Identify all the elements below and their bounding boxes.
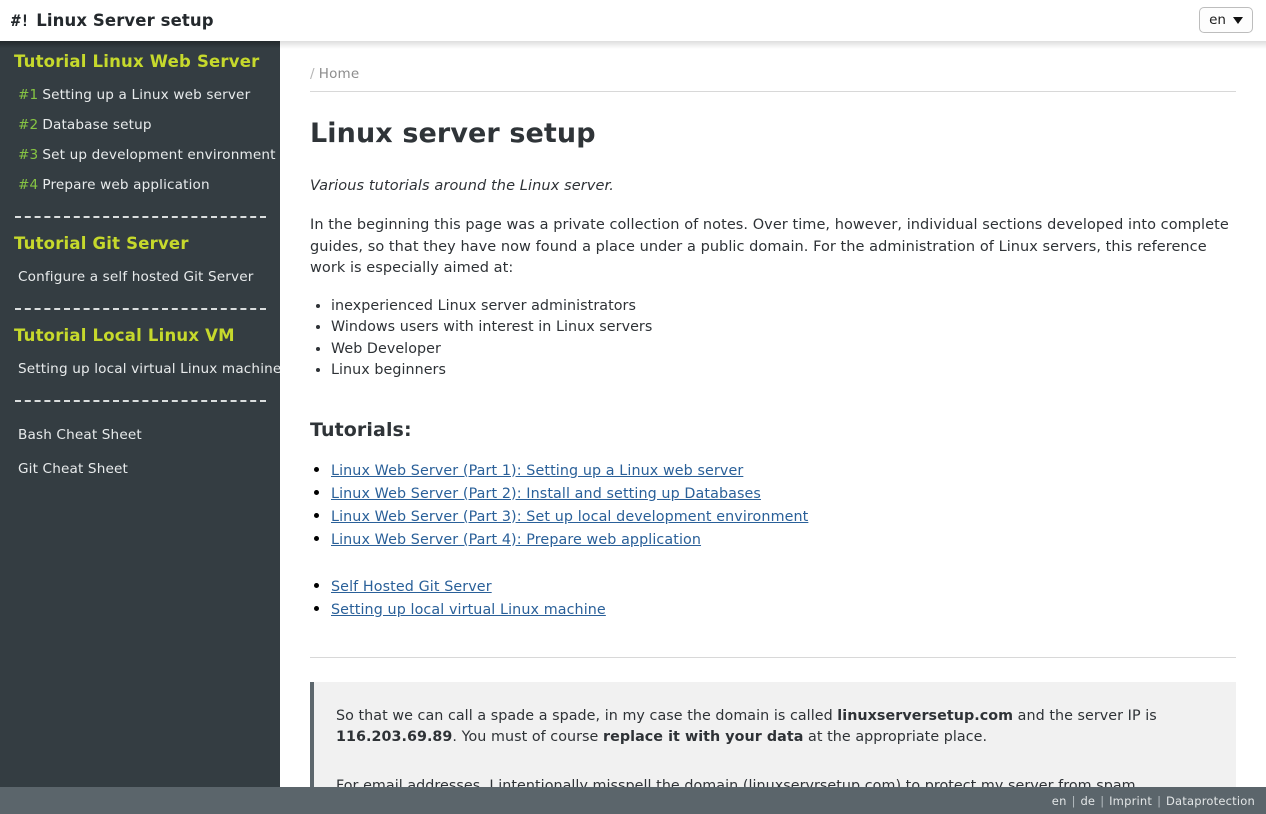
sidebar-item-setting-up-local-virtual-linux-machine[interactable]: Setting up local virtual Linux machine [14, 354, 280, 384]
sidebar-divider [15, 308, 266, 310]
footer-link-en[interactable]: en [1047, 794, 1072, 808]
footer-links: en | de | Imprint | Dataprotection [1047, 794, 1260, 808]
page-title: Linux server setup [310, 118, 596, 149]
callout-text-c: . You must of course [452, 729, 603, 745]
footer-bar: en | de | Imprint | Dataprotection [0, 787, 1266, 814]
page-root: #! Linux Server setup en Tutorial Linux … [0, 0, 1266, 814]
link-setting-up-local-virtual-linux-machine[interactable]: Setting up local virtual Linux machine [331, 602, 606, 618]
sidebar-item-label: Database setup [42, 117, 152, 133]
sidebar-item-label: Setting up a Linux web server [42, 87, 251, 103]
sidebar-divider [15, 216, 266, 218]
nav-group-linux-web-server: Tutorial Linux Web Server #1 Setting up a… [0, 52, 280, 200]
list-item: Web Developer [331, 339, 1236, 361]
other-links-list: Self Hosted Git Server Setting up local … [310, 575, 1236, 621]
page-lead: Various tutorials around the Linux serve… [310, 178, 614, 194]
nav-group-local-linux-vm: Tutorial Local Linux VM Setting up local… [0, 326, 280, 384]
sidebar-item-set-up-development-environment[interactable]: #3 Set up development environment [14, 140, 275, 170]
language-select-value: en [1209, 12, 1226, 28]
breadcrumb-item-home[interactable]: Home [319, 66, 360, 82]
callout-ip: 116.203.69.89 [336, 729, 453, 745]
sidebar-item-database-setup[interactable]: #2 Database setup [14, 110, 266, 140]
sidebar-item-number: #3 [18, 147, 39, 163]
sidebar-item-prepare-web-application[interactable]: #4 Prepare web application [14, 170, 266, 200]
nav-group-git-server: Tutorial Git Server Configure a self hos… [0, 234, 280, 292]
top-bar: #! Linux Server setup en [0, 0, 1266, 49]
sidebar-item-configure-self-hosted-git-server[interactable]: Configure a self hosted Git Server [14, 262, 266, 292]
callout-text-a: So that we can call a spade a spade, in … [336, 707, 838, 724]
list-item: Setting up local virtual Linux machine [331, 598, 1236, 621]
footer-link-de[interactable]: de [1075, 794, 1100, 808]
callout-domain: linuxserversetup.com [837, 707, 1014, 724]
audience-list: inexperienced Linux server administrator… [310, 296, 1236, 382]
sidebar-item-label: Set up development environment [42, 147, 276, 163]
chevron-down-icon [1232, 16, 1243, 24]
shebang-logo-icon: #! [11, 11, 30, 30]
sidebar-item-label: Prepare web application [42, 177, 210, 193]
list-item: Windows users with interest in Linux ser… [331, 317, 1236, 339]
callout-emphasis: replace it with your data [603, 729, 804, 745]
tutorials-heading: Tutorials: [310, 418, 412, 441]
language-select[interactable]: en [1199, 7, 1253, 33]
link-linux-web-server-part-3[interactable]: Linux Web Server (Part 3): Set up local … [331, 509, 808, 525]
sidebar-item-label: Bash Cheat Sheet [18, 427, 142, 443]
footer-link-dataprotection[interactable]: Dataprotection [1161, 794, 1260, 808]
note-callout: So that we can call a spade a spade, in … [310, 681, 1236, 788]
intro-paragraph: In the beginning this page was a private… [310, 217, 1229, 276]
sidebar-divider [15, 400, 266, 402]
sidebar-item-number: #4 [18, 177, 39, 193]
callout-text-d: at the appropriate place. [803, 729, 988, 745]
sidebar-item-label: Git Cheat Sheet [18, 461, 128, 477]
breadcrumb: / Home [310, 41, 1236, 92]
footer-link-imprint[interactable]: Imprint [1104, 794, 1157, 808]
list-item: Linux Web Server (Part 3): Set up local … [331, 505, 1236, 528]
tutorial-links-list: Linux Web Server (Part 1): Setting up a … [310, 459, 1236, 551]
callout-paragraph-2: For email addresses, I intentionally mis… [336, 777, 1141, 788]
sidebar-inner: Tutorial Linux Web Server #1 Setting up a… [0, 52, 280, 787]
nav-heading-local-linux-vm[interactable]: Tutorial Local Linux VM [14, 326, 266, 345]
list-item: Linux Web Server (Part 4): Prepare web a… [331, 528, 1236, 551]
list-item: Linux Web Server (Part 1): Setting up a … [331, 459, 1236, 482]
sidebar-item-git-cheat-sheet[interactable]: Git Cheat Sheet [14, 452, 266, 486]
sidebar-item-label: Configure a self hosted Git Server [18, 269, 254, 285]
callout-text-b: and the server IP is [1013, 707, 1157, 724]
callout-paragraph-1: So that we can call a spade a spade, in … [336, 706, 1214, 749]
content-divider [310, 656, 1236, 658]
nav-heading-linux-web-server[interactable]: Tutorial Linux Web Server [14, 52, 266, 71]
list-item: Linux beginners [331, 360, 1236, 382]
sidebar-item-number: #1 [18, 87, 39, 103]
sidebar-item-setting-up-linux-web-server[interactable]: #1 Setting up a Linux web server [14, 80, 266, 110]
list-item: Linux Web Server (Part 2): Install and s… [331, 482, 1236, 505]
nav-group-cheat-sheets: Bash Cheat Sheet Git Cheat Sheet [0, 418, 280, 486]
link-linux-web-server-part-4[interactable]: Linux Web Server (Part 4): Prepare web a… [331, 532, 701, 548]
brand[interactable]: #! Linux Server setup [11, 11, 214, 30]
nav-heading-git-server[interactable]: Tutorial Git Server [14, 234, 266, 253]
main-content: / Home Linux server setup Various tutoria… [280, 41, 1266, 787]
link-linux-web-server-part-2[interactable]: Linux Web Server (Part 2): Install and s… [331, 486, 761, 502]
list-item: inexperienced Linux server administrator… [331, 296, 1236, 318]
breadcrumb-separator: / [310, 66, 315, 82]
sidebar-item-number: #2 [18, 117, 39, 133]
sidebar-item-label: Setting up local virtual Linux machine [18, 361, 280, 377]
sidebar-item-bash-cheat-sheet[interactable]: Bash Cheat Sheet [14, 418, 266, 452]
brand-title: Linux Server setup [36, 11, 214, 30]
list-item: Self Hosted Git Server [331, 575, 1236, 598]
link-linux-web-server-part-1[interactable]: Linux Web Server (Part 1): Setting up a … [331, 463, 743, 479]
sidebar[interactable]: Tutorial Linux Web Server #1 Setting up a… [0, 41, 280, 787]
link-self-hosted-git-server[interactable]: Self Hosted Git Server [331, 579, 492, 595]
